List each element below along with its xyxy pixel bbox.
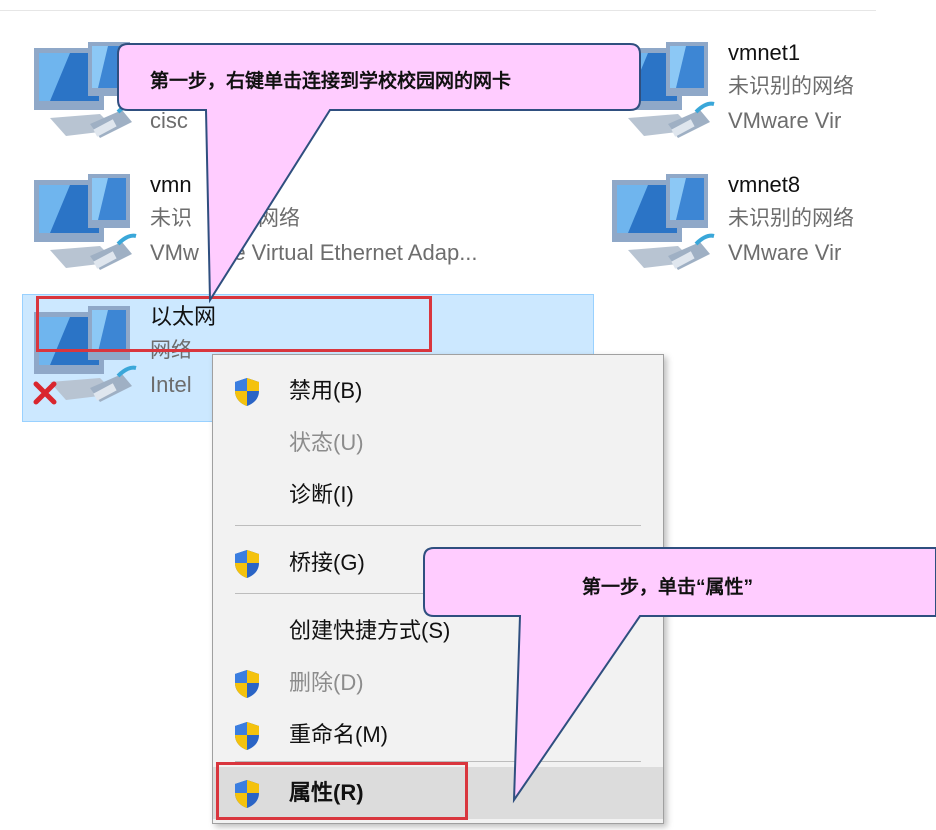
- header-divider: [0, 10, 876, 11]
- menu-separator: [235, 525, 641, 526]
- menu-item-properties[interactable]: 属性(R): [213, 767, 663, 819]
- menu-separator: [235, 593, 641, 594]
- menu-item-label: 桥接(G): [289, 550, 365, 575]
- network-adapter-icon: [608, 40, 718, 150]
- adapter-vmnet1[interactable]: vmnet1 未识别的网络 VMware Vir: [608, 40, 876, 166]
- adapter-name: 以太网: [150, 304, 217, 329]
- menu-item-disable[interactable]: 禁用(B): [213, 365, 663, 417]
- uac-shield-icon: [233, 549, 261, 579]
- network-adapter-icon: [608, 172, 718, 282]
- adapter-status-tail: 网络: [258, 207, 300, 230]
- adapter-status: 未识: [150, 207, 192, 230]
- adapter-name: vmnet8: [728, 172, 801, 197]
- network-adapter-icon: [30, 40, 140, 150]
- callout-text-1: 第一步，右键单击连接到学校校园网的网卡: [150, 71, 512, 92]
- menu-item-status[interactable]: 状态(U): [213, 417, 663, 469]
- adapter-device: Intel: [150, 372, 192, 397]
- menu-item-label: 诊断(I): [289, 482, 354, 507]
- uac-shield-icon: [233, 377, 261, 407]
- menu-item-label: 状态(U): [289, 430, 364, 455]
- adapter-device: VMw: [150, 240, 199, 265]
- menu-item-label: 重命名(M): [289, 722, 388, 747]
- adapter-device: cisc: [150, 108, 188, 133]
- menu-item-label: 属性(R): [289, 780, 364, 805]
- adapter-status: 未识别的网络: [728, 75, 854, 98]
- uac-shield-icon: [233, 721, 261, 751]
- adapter-device: VMware Vir: [728, 240, 842, 265]
- menu-item-label: 删除(D): [289, 670, 364, 695]
- menu-item-label: 禁用(B): [289, 378, 363, 403]
- menu-item-diagnose[interactable]: 诊断(I): [213, 469, 663, 521]
- menu-item-delete[interactable]: 删除(D): [213, 657, 663, 709]
- uac-shield-icon: [233, 669, 261, 699]
- uac-shield-icon: [233, 779, 261, 809]
- menu-item-create-shortcut[interactable]: 创建快捷方式(S): [213, 605, 663, 657]
- adapter-device-tail: re Virtual Ethernet Adap...: [226, 240, 478, 265]
- adapter-vmnet2[interactable]: vmn 未识 网络 VMw re Virtual Ethernet Adap..…: [30, 172, 610, 298]
- menu-item-rename[interactable]: 重命名(M): [213, 709, 663, 761]
- adapter-status: 网络: [150, 339, 192, 362]
- adapter-name: vmnet1: [728, 40, 801, 65]
- menu-item-label: 创建快捷方式(S): [289, 618, 451, 643]
- adapter-status: 未识别的网络: [728, 207, 854, 230]
- menu-separator: [235, 761, 641, 762]
- red-x-error-icon: [33, 381, 57, 405]
- adapter-name: vmn: [150, 172, 192, 197]
- adapter-vmnet8[interactable]: vmnet8 未识别的网络 VMware Vir: [608, 172, 876, 298]
- adapter-device: VMware Vir: [728, 108, 842, 133]
- callout-text-2: 第一步，单击“属性”: [582, 577, 754, 598]
- adapter-cisco[interactable]: cisc: [30, 40, 610, 166]
- network-adapter-icon: [30, 172, 140, 282]
